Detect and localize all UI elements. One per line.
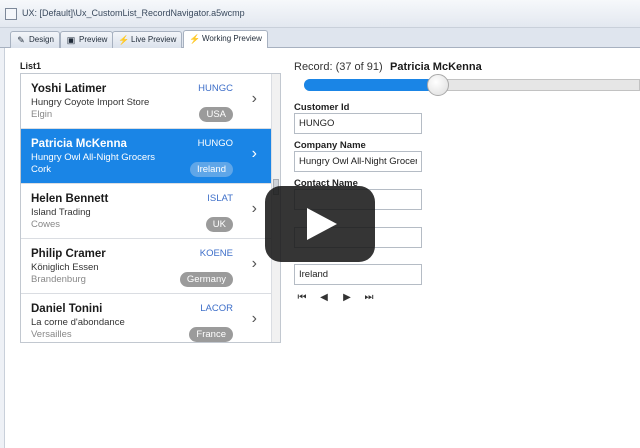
company-name-label: Company Name <box>294 140 366 151</box>
city: Cork <box>31 164 52 175</box>
customer-code: HUNGC <box>198 83 233 94</box>
chevron-right-icon: › <box>251 90 257 107</box>
list-item[interactable]: Philip Cramer Königlich Essen Brandenbur… <box>21 239 273 294</box>
customer-code: ISLAT <box>207 193 233 204</box>
city: Versailles <box>31 329 72 340</box>
company-name: Island Trading <box>31 207 91 218</box>
country-badge: Germany <box>179 272 233 287</box>
window-icon <box>5 8 17 20</box>
window-title-bar: UX: [Default]\Ux_CustomList_RecordNaviga… <box>0 0 640 28</box>
design-icon: ✎ <box>17 35 25 45</box>
preview-icon: ▣ <box>66 35 76 45</box>
customer-list: Yoshi Latimer Hungry Coyote Import Store… <box>20 73 281 343</box>
company-name: Hungry Owl All-Night Grocers <box>31 152 156 163</box>
list-label: List1 <box>20 61 42 71</box>
customer-id-label: Customer Id <box>294 102 350 113</box>
chevron-right-icon: › <box>251 200 257 217</box>
customer-code: HUNGO <box>197 138 233 149</box>
record-position-label: Record: (37 of 91) <box>294 61 383 73</box>
last-record-icon[interactable]: ⏭ <box>363 292 375 304</box>
tab-working-preview-label: Working Preview <box>202 34 262 43</box>
video-play-button[interactable] <box>265 186 375 262</box>
list-item[interactable]: Yoshi Latimer Hungry Coyote Import Store… <box>21 74 273 129</box>
play-icon <box>307 208 337 240</box>
contact-name: Patricia McKenna <box>31 138 127 150</box>
lightning-icon: ⚡ <box>189 34 201 44</box>
customer-id-field[interactable] <box>294 113 422 134</box>
company-name: Königlich Essen <box>31 262 99 273</box>
previous-record-icon[interactable]: ◀ <box>318 292 330 304</box>
next-record-icon[interactable]: ▶ <box>341 292 353 304</box>
tab-bar: ✎ Design ▣ Preview ⚡ Live Preview ⚡ Work… <box>0 28 640 48</box>
country-badge: Ireland <box>189 162 233 177</box>
record-slider-fill <box>304 79 439 91</box>
tab-working-preview[interactable]: ⚡ Working Preview <box>183 30 268 48</box>
tab-design-label: Design <box>29 35 54 44</box>
lightning-icon: ⚡ <box>118 35 130 45</box>
country-badge: France <box>189 327 233 342</box>
country-field[interactable] <box>294 264 422 285</box>
city: Cowes <box>31 219 61 230</box>
tab-design[interactable]: ✎ Design <box>10 31 60 48</box>
tab-preview[interactable]: ▣ Preview <box>60 31 114 48</box>
tab-preview-label: Preview <box>79 35 108 44</box>
contact-name: Yoshi Latimer <box>31 83 107 95</box>
list-item[interactable]: Patricia McKenna Hungry Owl All-Night Gr… <box>21 129 273 184</box>
contact-name: Philip Cramer <box>31 248 106 260</box>
chevron-right-icon: › <box>251 145 257 162</box>
list-item[interactable]: Helen Bennett Island Trading Cowes ISLAT… <box>21 184 273 239</box>
city: Brandenburg <box>31 274 86 285</box>
contact-name: Helen Bennett <box>31 193 109 205</box>
city: Elgin <box>31 109 53 120</box>
country-badge: USA <box>199 107 233 122</box>
tab-live-preview[interactable]: ⚡ Live Preview <box>112 31 183 48</box>
contact-name: Daniel Tonini <box>31 303 103 315</box>
first-record-icon[interactable]: ⏮ <box>296 292 308 304</box>
tab-live-preview-label: Live Preview <box>131 35 177 44</box>
chevron-right-icon: › <box>251 255 257 272</box>
list-item[interactable]: Daniel Tonini La corne d'abondance Versa… <box>21 294 273 342</box>
customer-code: KOENE <box>199 248 233 259</box>
country-badge: UK <box>205 217 233 232</box>
company-name: Hungry Coyote Import Store <box>31 97 150 108</box>
company-name: La corne d'abondance <box>31 317 125 328</box>
record-name: Patricia McKenna <box>390 61 482 73</box>
company-name-field[interactable] <box>294 151 422 172</box>
customer-code: LACOR <box>200 303 233 314</box>
chevron-right-icon: › <box>251 310 257 327</box>
window-title: UX: [Default]\Ux_CustomList_RecordNaviga… <box>22 8 245 18</box>
